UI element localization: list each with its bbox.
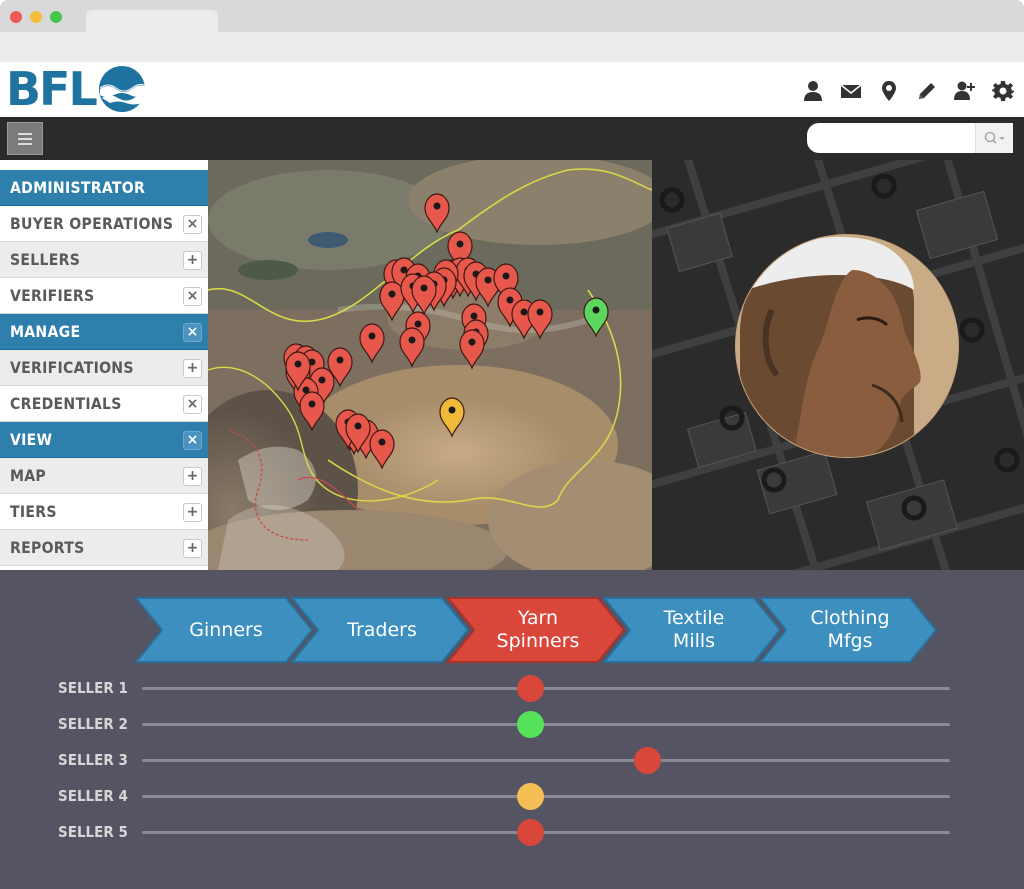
tier-label: Traders	[347, 618, 417, 641]
browser-tab[interactable]	[86, 10, 218, 34]
seller-photo-panel	[652, 160, 1024, 570]
sidebar-item-verifiers[interactable]: VERIFIERS ×	[0, 278, 208, 314]
sidebar-item-verifications[interactable]: VERIFICATIONS +	[0, 350, 208, 386]
seller-label: SELLER 4	[58, 787, 128, 805]
map-view[interactable]	[208, 160, 652, 570]
collapse-icon[interactable]: ×	[183, 431, 202, 450]
sidebar-label: MANAGE	[10, 322, 81, 341]
expand-icon[interactable]: +	[183, 359, 202, 378]
seller-label: SELLER 5	[58, 823, 128, 841]
sidebar-label: VIEW	[10, 430, 53, 449]
collapse-icon[interactable]: ×	[183, 395, 202, 414]
logo-wave-icon	[98, 66, 146, 112]
seller-status-dot-red[interactable]	[516, 675, 544, 702]
sidebar-item-map[interactable]: MAP +	[0, 458, 208, 494]
sidebar-item-credentials[interactable]: CREDENTIALS ×	[0, 386, 208, 422]
logo-text: BFL	[6, 62, 98, 116]
map-pin-icon[interactable]	[878, 80, 900, 102]
minimize-window-dot[interactable]	[30, 11, 42, 23]
tier-label: Textile Mills	[663, 607, 725, 652]
search-icon	[984, 131, 1005, 144]
seller-track	[142, 783, 950, 810]
expand-icon[interactable]: +	[183, 503, 202, 522]
pencil-icon[interactable]	[916, 80, 938, 102]
tier-label: Ginners	[189, 618, 263, 641]
sidebar-label: TIERS	[10, 502, 57, 521]
sidebar-label: REPORTS	[10, 538, 85, 557]
seller-row: SELLER 4	[0, 783, 1024, 810]
search-input[interactable]	[807, 123, 973, 153]
sidebar-label: BUYER OPERATIONS	[10, 214, 174, 233]
tier-label: Yarn Spinners	[496, 607, 580, 652]
expand-icon[interactable]: +	[183, 251, 202, 270]
sidebar-label: SELLERS	[10, 250, 81, 269]
collapse-icon[interactable]: ×	[183, 323, 202, 342]
factory-aerial-image	[652, 160, 1024, 570]
sidebar-item-tiers[interactable]: TIERS +	[0, 494, 208, 530]
seller-row: SELLER 2	[0, 711, 1024, 738]
search-bar	[807, 123, 1013, 153]
toolbar	[0, 117, 1024, 160]
sidebar-item-sellers[interactable]: SELLERS +	[0, 242, 208, 278]
browser-chrome	[0, 0, 1024, 62]
tier-panel: Ginners Traders Yarn Spinners Textile Mills…	[0, 570, 1024, 889]
sidebar-label: MAP	[10, 466, 47, 485]
sidebar-item-buyer-operations[interactable]: BUYER OPERATIONS ×	[0, 206, 208, 242]
seller-track	[142, 675, 950, 702]
seller-track	[142, 747, 950, 774]
maximize-window-dot[interactable]	[50, 11, 62, 23]
sidebar: ADMINISTRATOR BUYER OPERATIONS × SELLERS + VE…	[0, 160, 208, 570]
header-icon-bar	[802, 80, 1014, 102]
seller-status-dot-red[interactable]	[516, 819, 544, 846]
hamburger-icon	[18, 132, 32, 135]
user-icon[interactable]	[802, 80, 824, 102]
seller-row: SELLER 1	[0, 675, 1024, 702]
gear-icon[interactable]	[992, 80, 1014, 102]
app-header: BFL	[0, 62, 1024, 117]
sidebar-label: ADMINISTRATOR	[10, 178, 146, 197]
collapse-icon[interactable]: ×	[183, 287, 202, 306]
browser-address-bar[interactable]	[0, 32, 1024, 62]
tier-label: Clothing Mfgs	[810, 607, 890, 652]
sidebar-label: VERIFIERS	[10, 286, 95, 305]
seller-track	[142, 711, 950, 738]
sidebar-label: VERIFICATIONS	[10, 358, 134, 377]
seller-row: SELLER 3	[0, 747, 1024, 774]
seller-status-dot-red[interactable]	[634, 747, 661, 774]
satellite-map	[208, 160, 652, 570]
collapse-icon[interactable]: ×	[183, 215, 202, 234]
sidebar-section-manage[interactable]: MANAGE ×	[0, 314, 208, 350]
sidebar-label: CREDENTIALS	[10, 394, 122, 413]
seller-label: SELLER 3	[58, 751, 128, 769]
expand-icon[interactable]: +	[183, 467, 202, 486]
mail-icon[interactable]	[840, 80, 862, 102]
seller-status-dot-yellow[interactable]	[516, 783, 544, 810]
seller-track	[142, 819, 950, 846]
seller-label: SELLER 2	[58, 715, 128, 733]
close-window-dot[interactable]	[10, 11, 22, 23]
sidebar-section-administrator[interactable]: ADMINISTRATOR	[0, 170, 208, 206]
seller-row: SELLER 5	[0, 819, 1024, 846]
logo[interactable]: BFL	[6, 64, 146, 114]
seller-label: SELLER 1	[58, 679, 128, 697]
add-user-icon[interactable]	[954, 80, 976, 102]
sidebar-item-reports[interactable]: REPORTS +	[0, 530, 208, 566]
hamburger-menu-button[interactable]	[7, 122, 43, 155]
seller-status-dot-green[interactable]	[516, 711, 544, 738]
search-button[interactable]	[975, 123, 1013, 153]
sidebar-section-view[interactable]: VIEW ×	[0, 422, 208, 458]
expand-icon[interactable]: +	[183, 539, 202, 558]
